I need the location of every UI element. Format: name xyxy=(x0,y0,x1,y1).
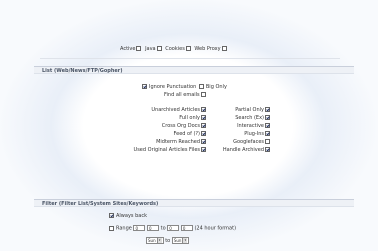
start-day-value: Sun xyxy=(148,238,156,243)
option-checkbox[interactable] xyxy=(265,139,270,144)
option-label: Search (Ex) xyxy=(235,115,264,121)
option-checkbox[interactable] xyxy=(201,115,206,120)
top-filter-row: Active Java Cookies Web Proxy xyxy=(120,46,229,52)
always-back-label: Always back xyxy=(116,213,147,219)
option-row: Handle Archived xyxy=(212,146,272,154)
option-checkbox[interactable] xyxy=(201,147,206,152)
filter-webproxy-checkbox[interactable] xyxy=(221,46,227,51)
divider xyxy=(40,58,340,59)
ignore-punctuation-checkbox[interactable] xyxy=(142,84,147,89)
option-row: Interactive xyxy=(212,122,272,130)
option-row: Plug-Ins xyxy=(212,130,272,138)
option-checkbox[interactable] xyxy=(265,115,270,120)
ignore-punctuation-label: Ignore Punctuation xyxy=(149,84,197,90)
option-checkbox[interactable] xyxy=(265,147,270,152)
left-options: Unarchived Articles Full only Cross Org … xyxy=(130,106,208,154)
big-only-checkbox[interactable] xyxy=(198,84,204,89)
option-row: Search (Ex) xyxy=(212,114,272,122)
find-all-checkbox[interactable] xyxy=(200,92,206,97)
find-all-label: Find all emails xyxy=(164,92,200,98)
option-row: Partial Only xyxy=(212,106,272,114)
filter-webproxy-label: Web Proxy xyxy=(194,46,221,52)
range-checkbox[interactable] xyxy=(109,225,114,231)
chevron-down-icon: ▾ xyxy=(182,238,188,243)
range-label: Range xyxy=(116,225,132,232)
option-row: Full only xyxy=(130,114,208,122)
range-start-hour-field[interactable]: 0 xyxy=(133,225,146,231)
range-separator: to xyxy=(160,225,166,232)
option-label: Handle Archived xyxy=(222,147,264,153)
start-day-select[interactable]: Sun ▾ xyxy=(146,237,164,244)
option-label: Cross Org Docs xyxy=(161,123,200,129)
filter-active-label: Active xyxy=(120,46,136,52)
option-label: Plug-Ins xyxy=(244,131,264,137)
option-checkbox[interactable] xyxy=(201,107,206,112)
range-row: Range 0 0 to 0 0 (24 hour format) xyxy=(108,225,236,232)
option-label: Full only xyxy=(179,115,200,121)
option-checkbox[interactable] xyxy=(265,107,270,112)
end-day-select[interactable]: Sun ▾ xyxy=(171,237,190,244)
option-label: Interactive xyxy=(237,123,264,129)
option-row: Unarchived Articles xyxy=(130,106,208,114)
day-select-row: Sun ▾ to Sun ▾ xyxy=(146,237,190,244)
range-start-min-field[interactable]: 0 xyxy=(147,225,160,231)
day-to-label: to xyxy=(165,238,171,244)
option-label: Feed of (?) xyxy=(173,131,200,137)
chevron-down-icon: ▾ xyxy=(156,238,162,243)
list-toggles-row: Ignore Punctuation Big Only xyxy=(141,84,227,90)
range-hint: (24 hour format) xyxy=(194,225,237,232)
option-checkbox[interactable] xyxy=(201,131,206,136)
option-label: Midterm Reached xyxy=(156,139,200,145)
option-label: Used Original Articles Files xyxy=(133,147,200,153)
filter-java-label: Java xyxy=(145,46,156,52)
section-list-header: List (Web/News/FTP/Gopher) xyxy=(34,66,354,74)
option-label: Unarchived Articles xyxy=(151,107,200,113)
option-label: Partial Only xyxy=(235,107,264,113)
filter-cookies-label: Cookies xyxy=(165,46,185,52)
range-end-hour-field[interactable]: 0 xyxy=(167,225,180,231)
always-back-checkbox[interactable] xyxy=(109,213,114,218)
filter-java-checkbox[interactable] xyxy=(156,46,162,51)
option-checkbox[interactable] xyxy=(201,123,206,128)
right-options: Partial Only Search (Ex) Interactive Plu… xyxy=(212,106,272,154)
option-checkbox[interactable] xyxy=(265,123,270,128)
filter-cookies-checkbox[interactable] xyxy=(185,46,191,51)
option-checkbox[interactable] xyxy=(201,139,206,144)
option-row: Cross Org Docs xyxy=(130,122,208,130)
option-checkbox[interactable] xyxy=(265,131,270,136)
range-end-min-field[interactable]: 0 xyxy=(180,225,193,231)
option-row: Googlefaces xyxy=(212,138,272,146)
section-filter-header: Filter (Filter List/System Sites/Keyword… xyxy=(34,199,354,207)
big-only-label: Big Only xyxy=(205,84,227,90)
option-label: Googlefaces xyxy=(233,139,264,145)
option-row: Midterm Reached xyxy=(130,138,208,146)
always-back-row: Always back xyxy=(108,213,147,219)
option-row: Used Original Articles Files xyxy=(130,146,208,154)
filter-active-checkbox[interactable] xyxy=(136,46,142,51)
option-row: Feed of (?) xyxy=(130,130,208,138)
end-day-value: Sun xyxy=(173,238,182,243)
find-all-row: Find all emails xyxy=(164,92,208,98)
